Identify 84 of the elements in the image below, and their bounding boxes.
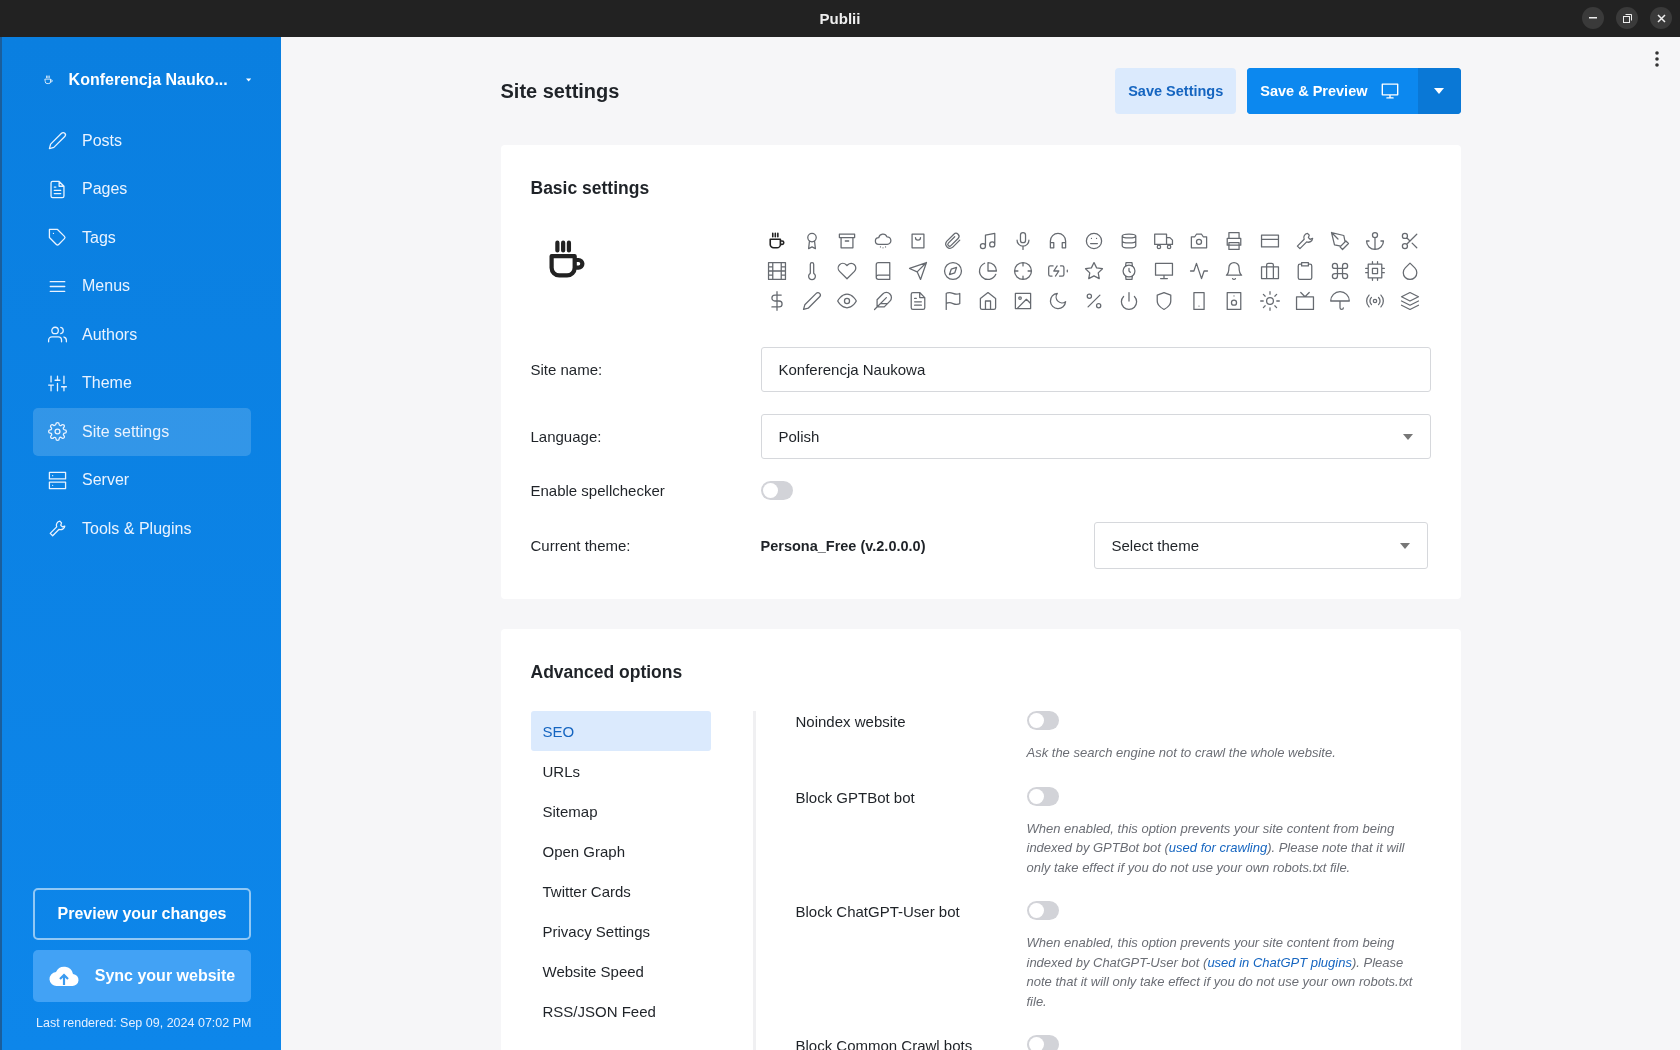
settings-tab[interactable]: Privacy Settings	[530, 911, 711, 951]
briefcase-icon	[1258, 260, 1281, 282]
tv-icon	[1293, 290, 1316, 312]
sidebar-item[interactable]: Authors	[33, 311, 251, 359]
theme-select[interactable]: Select theme	[1093, 522, 1428, 569]
layers-icon	[1399, 290, 1422, 312]
settings-tab[interactable]: URLs	[530, 751, 711, 791]
piechart-icon	[977, 260, 1000, 282]
star-icon	[1082, 260, 1105, 282]
crosshair-icon	[1012, 260, 1035, 282]
info-link[interactable]: used for crawling	[1168, 840, 1268, 855]
pulse-icon	[1188, 260, 1211, 282]
section-title: Advanced options	[530, 662, 684, 683]
sidebar-item[interactable]: Menus	[33, 262, 251, 310]
more-options-button[interactable]	[1654, 51, 1660, 69]
option-description: When enabled, this option prevents your site content from being indexed by ChatGPT-User bot (used in ChatGPT plugins). Please note that it will only take effect if you do not use your own robots.txt file.	[1026, 934, 1414, 1011]
tag-icon	[47, 227, 68, 249]
caret-icon	[1399, 542, 1410, 549]
settings-tab[interactable]: Twitter Cards	[530, 871, 711, 911]
heart-icon	[836, 260, 859, 282]
sidebar-item[interactable]: Pages	[33, 165, 251, 213]
section-title: Basic settings	[530, 178, 651, 199]
cloud-upload-icon	[48, 965, 79, 987]
monitor-icon	[1153, 260, 1175, 282]
field-label: Language:	[530, 428, 603, 445]
option-description: Ask the search engine not to crawl the whole website.	[1026, 744, 1337, 762]
settings-tab[interactable]: Website Speed	[530, 951, 711, 991]
toggle-switch[interactable]	[1026, 786, 1059, 806]
toggle-switch[interactable]	[760, 481, 793, 500]
sidebar-item[interactable]: Server	[33, 456, 251, 504]
sidebar-item[interactable]: Tools & Plugins	[33, 505, 251, 553]
monitor-icon	[1379, 81, 1400, 101]
option-label: Noindex website	[795, 712, 907, 732]
sidebar-item[interactable]: Theme	[33, 359, 251, 407]
sidebar-item[interactable]: Tags	[33, 214, 251, 262]
close-button[interactable]	[1650, 7, 1672, 29]
sync-button[interactable]: Sync your website	[33, 950, 251, 1002]
caret-icon	[1402, 433, 1413, 440]
site-name-field[interactable]: Konferencja Naukowa	[760, 347, 1431, 392]
option-label: Block ChatGPT-User bot	[795, 902, 961, 922]
field-label: Enable spellchecker	[530, 482, 666, 499]
send-icon	[906, 260, 929, 282]
settings-tab[interactable]: Open Graph	[530, 831, 711, 871]
maximize-button[interactable]	[1616, 7, 1638, 29]
theme-name: Persona_Free (v.2.0.0.0)	[760, 537, 927, 554]
option-label: Block GPTBot bot	[795, 787, 916, 808]
last-rendered-text: Last rendered: Sep 09, 2024 07:02 PM	[36, 1016, 252, 1030]
settings-tab[interactable]: Sitemap	[530, 791, 711, 831]
restore-icon	[1622, 13, 1632, 23]
save-settings-button[interactable]: Save Settings	[1115, 68, 1237, 114]
toggle-switch[interactable]	[1026, 901, 1059, 920]
feather-icon	[871, 290, 894, 312]
language-select[interactable]: Polish	[760, 414, 1431, 459]
caret-icon	[245, 77, 251, 83]
minimize-icon	[1589, 17, 1597, 19]
toggle-switch[interactable]	[1026, 1035, 1059, 1050]
pen-icon	[1328, 230, 1351, 252]
sun-icon	[1258, 290, 1281, 312]
close-icon	[1656, 13, 1666, 23]
page-title: Site settings	[500, 79, 621, 103]
minimize-button[interactable]	[1582, 7, 1604, 29]
option-description: When enabled, this option prevents your site content from being indexed by GPTBot bot (used for crawling). Please note that it will only take effect if you do not use your own robots.txt file.	[1026, 819, 1406, 877]
toggle-switch[interactable]	[1026, 711, 1059, 730]
field-label: Site name:	[530, 361, 604, 378]
preview-button[interactable]: Preview your changes	[33, 888, 251, 940]
server-icon	[47, 469, 68, 491]
gear-icon	[47, 421, 68, 443]
pencil-icon	[47, 130, 68, 152]
pencil-icon	[801, 290, 824, 312]
site-switcher[interactable]: Konferencja Nauko...	[43, 69, 251, 91]
document-icon	[47, 178, 68, 200]
settings-tab[interactable]: RSS/JSON Feed	[530, 991, 711, 1031]
window-title: Publii	[819, 10, 861, 27]
umbrella-icon	[1328, 290, 1351, 312]
film-icon	[765, 260, 788, 282]
settings-tab[interactable]: SEO	[530, 711, 711, 751]
anchor-icon	[1364, 230, 1387, 252]
compass-icon	[941, 260, 964, 282]
info-link[interactable]: used in ChatGPT plugins	[1207, 954, 1352, 970]
sidebar-item[interactable]: Posts	[33, 117, 251, 165]
chip-icon	[1364, 260, 1387, 282]
caret-icon	[1434, 88, 1444, 94]
sidebar-item[interactable]: Site settings	[33, 408, 251, 456]
field-label: Current theme:	[530, 537, 632, 554]
